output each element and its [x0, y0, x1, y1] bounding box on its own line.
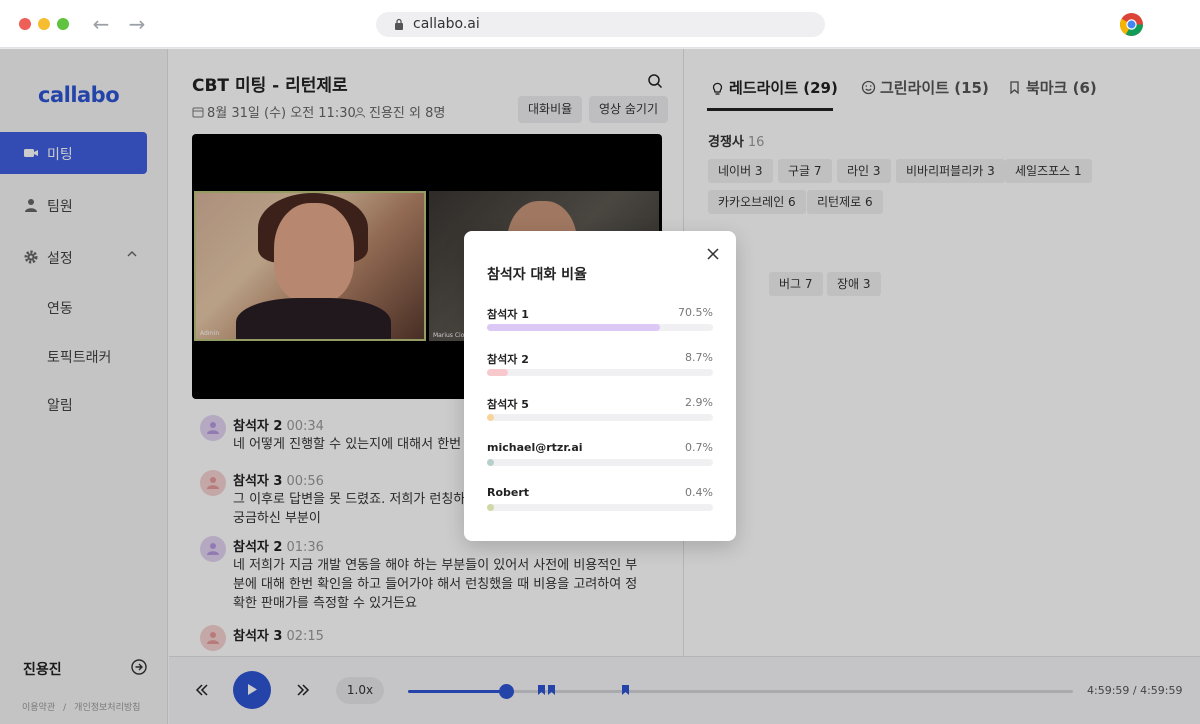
ratio-bar-track — [487, 459, 713, 466]
url-text: callabo.ai — [413, 16, 480, 32]
ratio-bar-track — [487, 324, 713, 331]
participant-percent: 70.5% — [678, 306, 713, 319]
window-maximize-dot[interactable] — [57, 18, 69, 30]
back-arrow-icon[interactable]: ← — [89, 12, 113, 36]
ratio-bar-fill — [487, 324, 661, 331]
participant-percent: 2.9% — [685, 396, 713, 409]
participant-percent: 0.4% — [685, 486, 713, 499]
forward-arrow-icon[interactable]: → — [125, 12, 149, 36]
ratio-bar-fill — [487, 459, 494, 466]
lock-icon — [395, 18, 403, 30]
browser-chrome: ← → callabo.ai — [0, 0, 1200, 48]
ratio-bar-track — [487, 414, 713, 421]
participant-name: michael@rtzr.ai — [487, 441, 583, 454]
participant-percent: 8.7% — [685, 351, 713, 364]
chrome-browser-icon[interactable] — [1119, 12, 1144, 37]
ratio-bar-track — [487, 504, 713, 511]
ratio-bar-fill — [487, 504, 494, 511]
window-close-dot[interactable] — [19, 18, 31, 30]
ratio-bar-fill — [487, 414, 495, 421]
ratio-bar-fill — [487, 369, 509, 376]
talk-ratio-modal: 참석자 대화 비율 참석자 1 70.5% 참석자 2 8.7% 참석자 5 2.9% mi… — [464, 231, 736, 541]
close-icon[interactable] — [707, 248, 719, 260]
participant-name: 참석자 5 — [487, 398, 529, 411]
participant-name: 참석자 1 — [487, 308, 529, 321]
ratio-bar-track — [487, 369, 713, 376]
modal-title: 참석자 대화 비율 — [487, 267, 587, 283]
participant-name: 참석자 2 — [487, 353, 529, 366]
window-minimize-dot[interactable] — [38, 18, 50, 30]
participant-percent: 0.7% — [685, 441, 713, 454]
participant-name: Robert — [487, 486, 530, 499]
address-bar[interactable]: callabo.ai — [376, 12, 825, 37]
